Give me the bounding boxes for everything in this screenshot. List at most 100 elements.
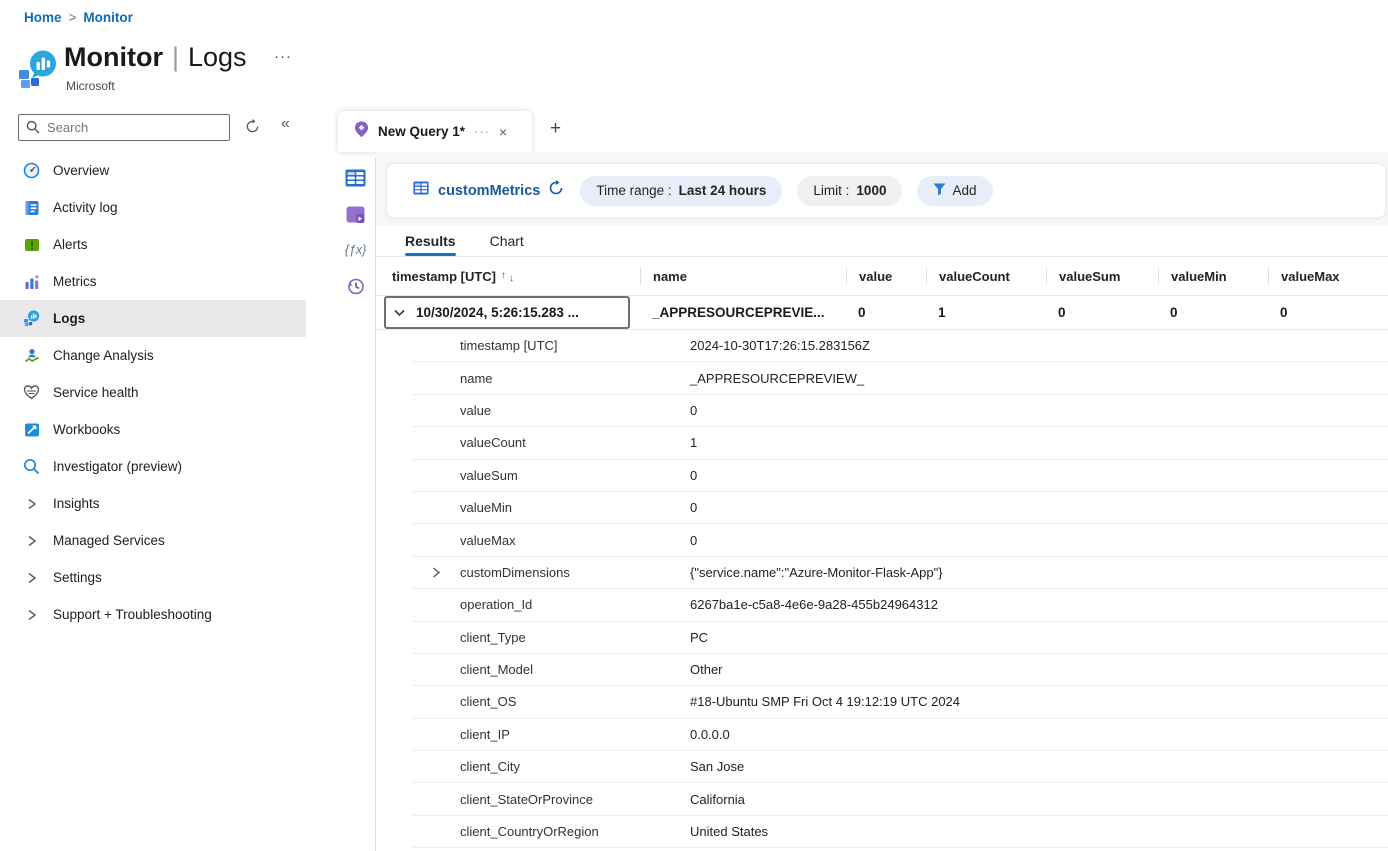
column-header-name[interactable]: name xyxy=(640,267,846,285)
sidebar-item-label: Logs xyxy=(53,311,85,326)
sidebar-refresh-icon[interactable] xyxy=(245,119,260,139)
detail-value: 2024-10-30T17:26:15.283156Z xyxy=(690,338,870,353)
detail-row[interactable]: name _APPRESOURCEPREVIEW_ xyxy=(413,362,1388,394)
chevron-right-icon xyxy=(23,606,40,623)
column-header-valuemin[interactable]: valueMin xyxy=(1158,267,1268,285)
sidebar-item-change-analysis[interactable]: Change Analysis xyxy=(0,337,306,374)
sidebar-item-investigator[interactable]: Investigator (preview) xyxy=(0,448,306,485)
query-history-icon[interactable] xyxy=(336,268,375,304)
add-label: Add xyxy=(952,183,976,198)
query-table-name[interactable]: customMetrics xyxy=(438,183,540,199)
cell-valuemin[interactable]: 0 xyxy=(1158,305,1268,320)
chevron-right-icon xyxy=(23,532,40,549)
sidebar-item-logs[interactable]: Logs xyxy=(0,300,306,337)
tables-pane-icon[interactable] xyxy=(336,160,375,196)
sidebar-item-service-health[interactable]: Service health xyxy=(0,374,306,411)
detail-row[interactable]: valueCount 1 xyxy=(413,427,1388,459)
sort-desc-icon: ↓ xyxy=(509,274,514,284)
detail-value: #18-Ubuntu SMP Fri Oct 4 19:12:19 UTC 20… xyxy=(690,694,960,709)
search-input[interactable] xyxy=(18,114,230,141)
sidebar-group-support[interactable]: Support + Troubleshooting xyxy=(0,596,306,633)
cell-valuecount[interactable]: 1 xyxy=(926,305,1046,320)
add-filter-pill[interactable]: Add xyxy=(917,176,992,206)
sidebar-group-label: Settings xyxy=(53,570,102,585)
tab-close-icon[interactable]: × xyxy=(499,124,507,140)
detail-key: name xyxy=(460,371,690,386)
query-tools-column: {ƒx} xyxy=(336,160,375,304)
cell-valuesum[interactable]: 0 xyxy=(1046,305,1158,320)
sidebar-item-label: Overview xyxy=(53,163,109,178)
tab-results[interactable]: Results xyxy=(405,226,456,256)
detail-row[interactable]: client_Model Other xyxy=(413,654,1388,686)
sidebar-item-alerts[interactable]: Alerts xyxy=(0,226,306,263)
cell-name[interactable]: _APPRESOURCEPREVIE... xyxy=(640,305,846,320)
detail-key: client_StateOrProvince xyxy=(460,792,690,807)
table-row[interactable]: 10/30/2024, 5:26:15.283 ... _APPRESOURCE… xyxy=(376,296,1388,330)
sidebar-collapse-icon[interactable]: « xyxy=(281,115,290,133)
logs-icon xyxy=(23,310,40,327)
row-collapse-chevron-icon[interactable] xyxy=(394,305,405,320)
detail-row[interactable]: valueMax 0 xyxy=(413,524,1388,556)
expand-chevron-icon[interactable] xyxy=(413,567,460,578)
detail-row[interactable]: customDimensions {"service.name":"Azure-… xyxy=(413,557,1388,589)
functions-pane-icon[interactable]: {ƒx} xyxy=(336,232,375,268)
column-header-valuemax[interactable]: valueMax xyxy=(1268,267,1388,285)
tab-new-query-1[interactable]: New Query 1* ··· × xyxy=(338,111,532,152)
sidebar-item-metrics[interactable]: Metrics xyxy=(0,263,306,300)
sidebar-item-activity-log[interactable]: Activity log xyxy=(0,189,306,226)
column-header-value[interactable]: value xyxy=(846,267,926,285)
fx-glyph: {ƒx} xyxy=(345,243,367,257)
detail-row[interactable]: client_StateOrProvince California xyxy=(413,783,1388,815)
detail-row[interactable]: client_City San Jose xyxy=(413,751,1388,783)
sidebar-item-label: Service health xyxy=(53,385,139,400)
title-more-button[interactable]: ··· xyxy=(274,48,292,65)
sidebar-group-settings[interactable]: Settings xyxy=(0,559,306,596)
metrics-icon xyxy=(23,273,40,290)
detail-row[interactable]: value 0 xyxy=(413,395,1388,427)
column-header-valuesum[interactable]: valueSum xyxy=(1046,267,1158,285)
tab-chart[interactable]: Chart xyxy=(490,226,524,256)
detail-row[interactable]: client_OS #18-Ubuntu SMP Fri Oct 4 19:12… xyxy=(413,686,1388,718)
detail-value: 6267ba1e-c5a8-4e6e-9a28-455b24964312 xyxy=(690,597,938,612)
detail-row[interactable]: timestamp [UTC] 2024-10-30T17:26:15.2831… xyxy=(413,330,1388,362)
cell-value[interactable]: 0 xyxy=(846,305,926,320)
tab-label: New Query 1* xyxy=(378,124,465,139)
sidebar-item-label: Change Analysis xyxy=(53,348,154,363)
sidebar-group-insights[interactable]: Insights xyxy=(0,485,306,522)
detail-row[interactable]: client_Type PC xyxy=(413,622,1388,654)
detail-row[interactable]: valueSum 0 xyxy=(413,460,1388,492)
detail-value: San Jose xyxy=(690,759,744,774)
search-icon xyxy=(26,120,40,139)
cell-valuemax[interactable]: 0 xyxy=(1268,305,1388,320)
time-range-value: Last 24 hours xyxy=(679,183,767,198)
queries-pane-icon[interactable] xyxy=(336,196,375,232)
cell-timestamp[interactable]: 10/30/2024, 5:26:15.283 ... xyxy=(416,305,579,320)
query-refresh-icon[interactable] xyxy=(548,180,564,201)
new-tab-button[interactable]: + xyxy=(542,118,569,140)
breadcrumb-monitor-link[interactable]: Monitor xyxy=(83,10,133,25)
time-range-pill[interactable]: Time range : Last 24 hours xyxy=(580,176,782,206)
sidebar-group-managed-services[interactable]: Managed Services xyxy=(0,522,306,559)
sidebar-group-label: Managed Services xyxy=(53,533,165,548)
table-icon xyxy=(413,181,429,200)
workbooks-icon xyxy=(23,421,40,438)
sidebar-item-overview[interactable]: Overview xyxy=(0,152,306,189)
detail-row[interactable]: operation_Id 6267ba1e-c5a8-4e6e-9a28-455… xyxy=(413,589,1388,621)
chevron-right-icon xyxy=(23,569,40,586)
publisher-label: Microsoft xyxy=(66,79,115,93)
column-header-valuecount[interactable]: valueCount xyxy=(926,267,1046,285)
detail-row[interactable]: client_IP 0.0.0.0 xyxy=(413,719,1388,751)
column-header-timestamp[interactable]: timestamp [UTC] ↑↓ xyxy=(376,267,640,285)
detail-key: valueSum xyxy=(460,468,690,483)
breadcrumb-separator: > xyxy=(69,10,77,25)
breadcrumb-home-link[interactable]: Home xyxy=(24,10,62,25)
detail-row[interactable]: client_CountryOrRegion United States xyxy=(413,816,1388,848)
detail-value: California xyxy=(690,792,745,807)
magnifier-icon xyxy=(23,458,40,475)
tab-more-icon[interactable]: ··· xyxy=(474,124,490,139)
limit-pill[interactable]: Limit : 1000 xyxy=(797,176,902,206)
sidebar-item-label: Metrics xyxy=(53,274,97,289)
detail-value: PC xyxy=(690,630,708,645)
detail-row[interactable]: valueMin 0 xyxy=(413,492,1388,524)
sidebar-item-workbooks[interactable]: Workbooks xyxy=(0,411,306,448)
